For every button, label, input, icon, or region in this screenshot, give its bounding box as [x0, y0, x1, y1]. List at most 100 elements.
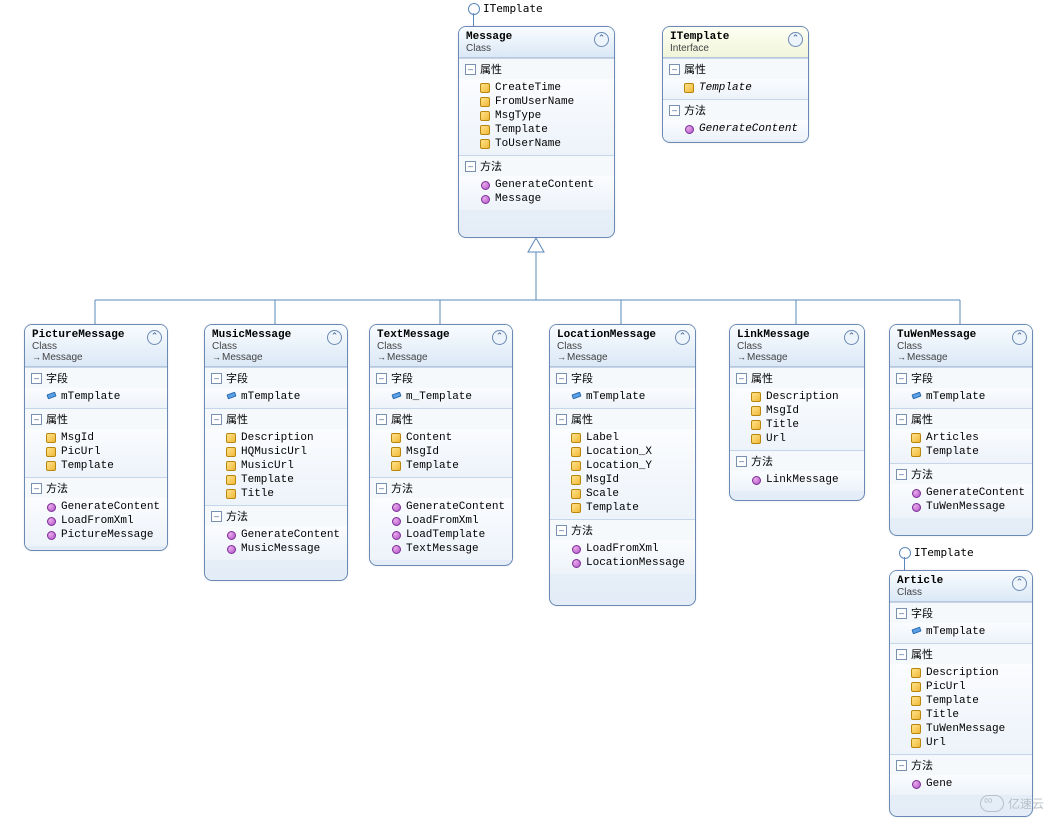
member-item[interactable]: TextMessage — [376, 542, 508, 556]
section-header-fields[interactable]: –字段 — [550, 367, 695, 388]
collapse-chevron-icon[interactable]: ⌃ — [1012, 576, 1027, 591]
member-item[interactable]: m_Template — [376, 390, 508, 404]
class-box-tw[interactable]: TuWenMessageClass→Message⌃–字段mTemplate–属… — [889, 324, 1033, 536]
member-item[interactable]: LocationMessage — [556, 556, 691, 570]
toggle-icon[interactable]: – — [896, 649, 907, 660]
toggle-icon[interactable]: – — [211, 414, 222, 425]
section-header-fields[interactable]: –字段 — [25, 367, 167, 388]
toggle-icon[interactable]: – — [211, 511, 222, 522]
member-item[interactable]: LoadFromXml — [376, 514, 508, 528]
member-item[interactable]: MusicUrl — [211, 459, 343, 473]
toggle-icon[interactable]: – — [556, 414, 567, 425]
toggle-icon[interactable]: – — [556, 373, 567, 384]
toggle-icon[interactable]: – — [896, 373, 907, 384]
member-item[interactable]: Description — [736, 390, 860, 404]
member-item[interactable]: Url — [736, 432, 860, 446]
member-item[interactable]: Scale — [556, 487, 691, 501]
member-item[interactable]: Content — [376, 431, 508, 445]
member-item[interactable]: mTemplate — [211, 390, 343, 404]
collapse-chevron-icon[interactable]: ⌃ — [147, 330, 162, 345]
section-header-methods[interactable]: –方法 — [730, 450, 864, 471]
section-header-props[interactable]: –属性 — [205, 408, 347, 429]
toggle-icon[interactable]: – — [31, 373, 42, 384]
section-header-props[interactable]: –属性 — [890, 643, 1032, 664]
member-item[interactable]: Label — [556, 431, 691, 445]
member-item[interactable]: Template — [896, 445, 1028, 459]
section-header-methods[interactable]: –方法 — [25, 477, 167, 498]
toggle-icon[interactable]: – — [376, 373, 387, 384]
class-box-msg[interactable]: MessageClass⌃–属性CreateTimeFromUserNameMs… — [458, 26, 615, 238]
section-header-props[interactable]: –属性 — [25, 408, 167, 429]
member-item[interactable]: MsgId — [376, 445, 508, 459]
member-item[interactable]: Title — [896, 708, 1028, 722]
toggle-icon[interactable]: – — [556, 525, 567, 536]
section-header-methods[interactable]: –方法 — [205, 505, 347, 526]
section-header-methods[interactable]: –方法 — [890, 754, 1032, 775]
member-item[interactable]: ToUserName — [465, 137, 610, 151]
member-item[interactable]: MsgType — [465, 109, 610, 123]
class-header[interactable]: ArticleClass⌃ — [890, 571, 1032, 602]
collapse-chevron-icon[interactable]: ⌃ — [675, 330, 690, 345]
member-item[interactable]: MusicMessage — [211, 542, 343, 556]
member-item[interactable]: Description — [896, 666, 1028, 680]
section-header-methods[interactable]: –方法 — [550, 519, 695, 540]
toggle-icon[interactable]: – — [736, 373, 747, 384]
member-item[interactable]: Url — [896, 736, 1028, 750]
member-item[interactable]: Articles — [896, 431, 1028, 445]
member-item[interactable]: MsgId — [31, 431, 163, 445]
member-item[interactable]: Description — [211, 431, 343, 445]
section-header-methods[interactable]: –方法 — [459, 155, 614, 176]
collapse-chevron-icon[interactable]: ⌃ — [492, 330, 507, 345]
collapse-chevron-icon[interactable]: ⌃ — [1012, 330, 1027, 345]
class-box-itpl[interactable]: ITemplateInterface⌃–属性Template–方法Generat… — [662, 26, 809, 143]
class-box-mus[interactable]: MusicMessageClass→Message⌃–字段mTemplate–属… — [204, 324, 348, 581]
member-item[interactable]: Template — [669, 81, 804, 95]
member-item[interactable]: FromUserName — [465, 95, 610, 109]
member-item[interactable]: mTemplate — [31, 390, 163, 404]
collapse-chevron-icon[interactable]: ⌃ — [788, 32, 803, 47]
member-item[interactable]: Title — [211, 487, 343, 501]
member-item[interactable]: PicUrl — [31, 445, 163, 459]
toggle-icon[interactable]: – — [896, 469, 907, 480]
toggle-icon[interactable]: – — [896, 414, 907, 425]
class-header[interactable]: LinkMessageClass→Message⌃ — [730, 325, 864, 367]
member-item[interactable]: HQMusicUrl — [211, 445, 343, 459]
member-item[interactable]: PictureMessage — [31, 528, 163, 542]
toggle-icon[interactable]: – — [896, 608, 907, 619]
member-item[interactable]: Gene — [896, 777, 1028, 791]
class-header[interactable]: TextMessageClass→Message⌃ — [370, 325, 512, 367]
member-item[interactable]: Template — [31, 459, 163, 473]
toggle-icon[interactable]: – — [736, 456, 747, 467]
class-header[interactable]: MusicMessageClass→Message⌃ — [205, 325, 347, 367]
member-item[interactable]: Template — [376, 459, 508, 473]
member-item[interactable]: mTemplate — [896, 625, 1028, 639]
collapse-chevron-icon[interactable]: ⌃ — [594, 32, 609, 47]
class-header[interactable]: TuWenMessageClass→Message⌃ — [890, 325, 1032, 367]
member-item[interactable]: TuWenMessage — [896, 722, 1028, 736]
member-item[interactable]: GenerateContent — [31, 500, 163, 514]
section-header-props[interactable]: –属性 — [663, 58, 808, 79]
member-item[interactable]: GenerateContent — [211, 528, 343, 542]
section-header-props[interactable]: –属性 — [459, 58, 614, 79]
class-box-loc[interactable]: LocationMessageClass→Message⌃–字段mTemplat… — [549, 324, 696, 606]
toggle-icon[interactable]: – — [376, 414, 387, 425]
class-box-art[interactable]: ArticleClass⌃–字段mTemplate–属性DescriptionP… — [889, 570, 1033, 817]
class-box-txt[interactable]: TextMessageClass→Message⌃–字段m_Template–属… — [369, 324, 513, 566]
section-header-props[interactable]: –属性 — [730, 367, 864, 388]
toggle-icon[interactable]: – — [31, 483, 42, 494]
section-header-methods[interactable]: –方法 — [890, 463, 1032, 484]
collapse-chevron-icon[interactable]: ⌃ — [844, 330, 859, 345]
toggle-icon[interactable]: – — [669, 64, 680, 75]
toggle-icon[interactable]: – — [465, 64, 476, 75]
member-item[interactable]: Template — [556, 501, 691, 515]
class-header[interactable]: ITemplateInterface⌃ — [663, 27, 808, 58]
class-header[interactable]: MessageClass⌃ — [459, 27, 614, 58]
member-item[interactable]: mTemplate — [896, 390, 1028, 404]
section-header-props[interactable]: –属性 — [370, 408, 512, 429]
section-header-props[interactable]: –属性 — [550, 408, 695, 429]
class-header[interactable]: LocationMessageClass→Message⌃ — [550, 325, 695, 367]
class-header[interactable]: PictureMessageClass→Message⌃ — [25, 325, 167, 367]
toggle-icon[interactable]: – — [31, 414, 42, 425]
member-item[interactable]: LoadTemplate — [376, 528, 508, 542]
member-item[interactable]: LoadFromXml — [31, 514, 163, 528]
